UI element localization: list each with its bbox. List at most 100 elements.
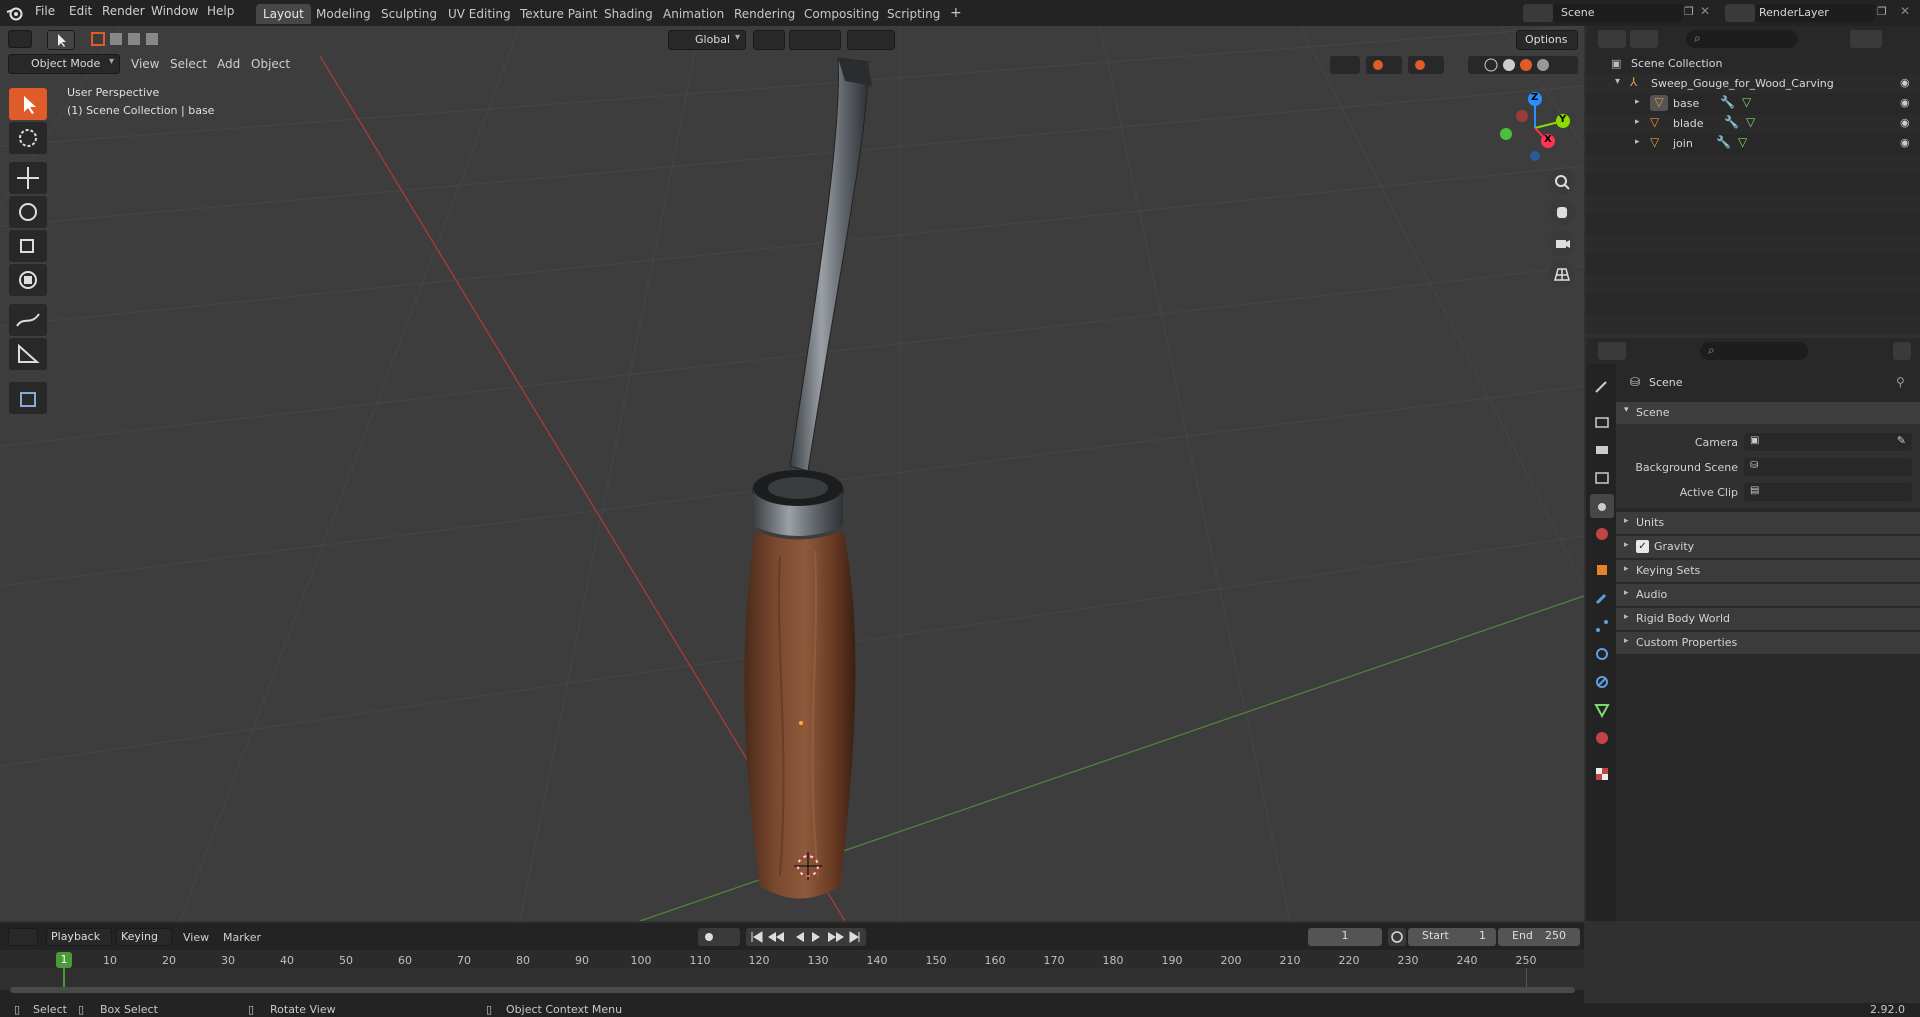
camera-field[interactable]: ▣ ✎: [1744, 433, 1912, 451]
view-layer-field[interactable]: RenderLayer: [1755, 4, 1875, 22]
proportional-editing-icon[interactable]: [847, 30, 895, 50]
menu-help[interactable]: Help: [207, 4, 234, 18]
object-tab-icon[interactable]: [1590, 558, 1614, 582]
gravity-checkbox[interactable]: ✓: [1636, 540, 1649, 553]
transform-orientation-dropdown[interactable]: Global ▾: [668, 30, 746, 50]
expand-arrow-icon[interactable]: ▸: [1635, 97, 1640, 107]
object-mode-dropdown[interactable]: Object Mode ▾: [8, 54, 120, 74]
move-tool-icon[interactable]: [9, 162, 47, 194]
properties-search-input[interactable]: ⌕: [1700, 342, 1808, 360]
active-clip-field[interactable]: ▤: [1744, 483, 1912, 501]
expand-arrow-icon[interactable]: ▾: [1615, 76, 1620, 87]
annotate-tool-icon[interactable]: [9, 304, 47, 336]
delete-view-layer-icon[interactable]: ✕: [1900, 4, 1910, 18]
tab-scripting[interactable]: Scripting: [880, 4, 947, 24]
keying-menu[interactable]: Keying: [116, 928, 172, 946]
playback-controls[interactable]: [746, 928, 866, 946]
modifier-tab-icon[interactable]: [1590, 586, 1614, 610]
blender-logo-icon[interactable]: [6, 4, 24, 22]
3d-viewport[interactable]: [0, 26, 1584, 921]
tab-modeling[interactable]: Modeling: [309, 4, 378, 24]
world-tab-icon[interactable]: [1590, 522, 1614, 546]
outliner-row-scene-collection[interactable]: ▣ Scene Collection: [1586, 54, 1920, 74]
timeline-menu-view[interactable]: View: [183, 931, 209, 944]
custom-properties-panel-header[interactable]: ▸ Custom Properties: [1616, 632, 1920, 654]
preview-range-clock-icon[interactable]: [1388, 928, 1406, 946]
end-frame-field[interactable]: End 250: [1498, 928, 1580, 946]
menu-render[interactable]: Render: [102, 4, 145, 18]
tab-compositing[interactable]: Compositing: [797, 4, 886, 24]
zoom-icon[interactable]: [1549, 169, 1575, 195]
tab-shading[interactable]: Shading: [597, 4, 660, 24]
scene-selector-icon[interactable]: [1523, 4, 1553, 22]
transform-tool-icon[interactable]: [9, 264, 47, 296]
add-cube-tool-icon[interactable]: [9, 382, 47, 414]
render-tab-icon[interactable]: [1590, 410, 1614, 434]
playback-menu[interactable]: Playback: [46, 928, 112, 946]
mesh-data-tab-icon[interactable]: [1590, 698, 1614, 722]
outliner-row-join[interactable]: ▸ ▽ join 🔧 ▽ ◉: [1586, 134, 1920, 154]
outliner-row-blade[interactable]: ▸ ▽ blade 🔧 ▽ ◉: [1586, 114, 1920, 134]
physics-tab-icon[interactable]: [1590, 642, 1614, 666]
menu-edit[interactable]: Edit: [69, 4, 92, 18]
rotate-tool-icon[interactable]: [9, 196, 47, 228]
tab-layout[interactable]: Layout: [256, 4, 311, 24]
pan-hand-icon[interactable]: [1549, 199, 1575, 225]
properties-options-icon[interactable]: [1893, 342, 1911, 360]
camera-view-icon[interactable]: [1549, 230, 1575, 256]
audio-panel-header[interactable]: ▸ Audio: [1616, 584, 1920, 606]
menu-file[interactable]: File: [35, 4, 55, 18]
texture-tab-icon[interactable]: [1590, 762, 1614, 786]
navigation-gizmo[interactable]: Z Y X: [1495, 88, 1575, 168]
timeline-editor-type-icon[interactable]: [8, 928, 38, 946]
snap-icon[interactable]: [789, 30, 841, 50]
scene-name-field[interactable]: Scene: [1553, 4, 1683, 22]
cursor-tool-icon[interactable]: [9, 122, 47, 154]
filter-icon[interactable]: [1850, 30, 1882, 48]
viewport-menu-view[interactable]: View: [131, 57, 159, 71]
visibility-eye-icon[interactable]: ◉: [1900, 116, 1910, 129]
timeline-scrollbar[interactable]: [10, 987, 1575, 993]
auto-keying-record-icon[interactable]: [698, 928, 740, 946]
expand-arrow-icon[interactable]: ▸: [1635, 137, 1640, 147]
viewport-menu-object[interactable]: Object: [251, 57, 290, 71]
background-scene-field[interactable]: ⛁: [1744, 458, 1912, 476]
material-tab-icon[interactable]: [1590, 726, 1614, 750]
outliner-search-input[interactable]: ⌕: [1686, 30, 1798, 48]
start-frame-field[interactable]: Start 1: [1408, 928, 1496, 946]
outliner-row-collection[interactable]: ▾ ⅄ Sweep_Gouge_for_Wood_Carving ◉: [1586, 74, 1920, 94]
tab-texture-paint[interactable]: Texture Paint: [513, 4, 604, 24]
new-scene-icon[interactable]: ❐: [1684, 5, 1694, 18]
tab-uv-editing[interactable]: UV Editing: [441, 4, 518, 24]
eyedropper-icon[interactable]: ✎: [1897, 434, 1906, 447]
viewport-menu-add[interactable]: Add: [217, 57, 240, 71]
pin-icon[interactable]: ⚲: [1896, 375, 1905, 389]
new-view-layer-icon[interactable]: ❐: [1877, 5, 1887, 18]
view-layer-icon[interactable]: [1725, 4, 1755, 22]
viewport-shading-controls[interactable]: [1330, 55, 1580, 75]
current-frame-field[interactable]: 1: [1308, 928, 1382, 946]
add-workspace-button[interactable]: +: [943, 2, 969, 22]
units-panel-header[interactable]: ▸ Units: [1616, 512, 1920, 534]
editor-type-icon[interactable]: [8, 30, 32, 48]
gravity-panel-header[interactable]: ▸ ✓ Gravity: [1616, 536, 1920, 558]
display-mode-icon[interactable]: [1630, 30, 1658, 48]
perspective-toggle-icon[interactable]: [1549, 261, 1575, 287]
timeline-menu-marker[interactable]: Marker: [223, 931, 261, 944]
options-button[interactable]: Options: [1516, 30, 1578, 50]
selection-mode-icons[interactable]: [90, 31, 178, 47]
new-collection-icon[interactable]: [1890, 30, 1910, 48]
tab-sculpting[interactable]: Sculpting: [374, 4, 444, 24]
select-tool-icon[interactable]: [47, 30, 75, 50]
outliner-row-base[interactable]: ▸ ▽ base 🔧 ▽ ◉: [1586, 94, 1920, 114]
keying-sets-panel-header[interactable]: ▸ Keying Sets: [1616, 560, 1920, 582]
pivot-point-icon[interactable]: [753, 30, 785, 50]
tab-animation[interactable]: Animation: [656, 4, 731, 24]
expand-arrow-icon[interactable]: ▸: [1635, 117, 1640, 127]
visibility-eye-icon[interactable]: ◉: [1900, 136, 1910, 149]
select-box-tool-icon[interactable]: [9, 88, 47, 120]
outliner-editor-type-icon[interactable]: [1598, 30, 1626, 48]
visibility-eye-icon[interactable]: ◉: [1900, 96, 1910, 109]
tab-rendering[interactable]: Rendering: [727, 4, 802, 24]
menu-window[interactable]: Window: [151, 4, 198, 18]
